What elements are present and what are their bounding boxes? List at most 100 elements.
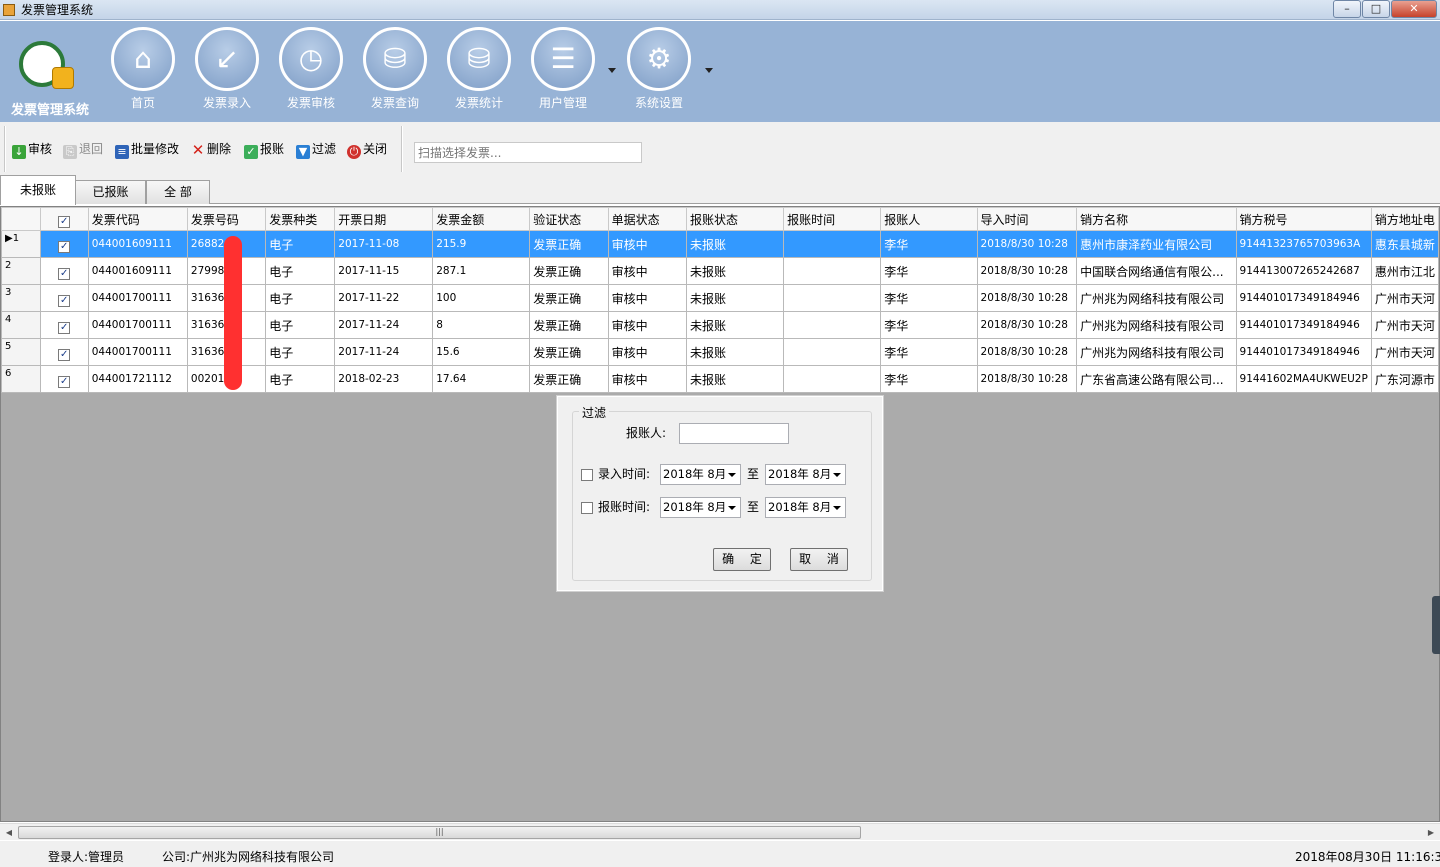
row-checkbox[interactable]: ✓ <box>58 375 71 388</box>
batch-edit-button[interactable]: ≡ 批量修改 <box>115 140 180 159</box>
row-checkbox-cell[interactable]: ✓ <box>39 338 89 366</box>
cell-code: 044001609111 <box>87 230 188 258</box>
table-row[interactable]: 3 ✓ 044001700111 31636 电子 2017-11-22 100 发票正确 审核… <box>1 284 1439 312</box>
column-header[interactable]: 报账时间 <box>783 207 882 231</box>
scan-select-input[interactable] <box>414 142 642 163</box>
reimb-time-from-select[interactable]: 2018年 8月 <box>660 497 741 518</box>
row-header-corner <box>1 207 41 231</box>
row-header[interactable]: 2 <box>1 257 41 285</box>
column-header[interactable]: 销方地址电 <box>1370 207 1439 231</box>
column-header[interactable]: 发票金额 <box>432 207 531 231</box>
nav-invoice-query-label: 发票查询 <box>370 96 419 110</box>
reimb-time-checkbox[interactable] <box>581 502 593 514</box>
close-window-button[interactable]: ✕ <box>1391 0 1437 18</box>
cell-verify: 发票正确 <box>529 311 609 339</box>
cell-doc: 审核中 <box>607 230 688 258</box>
cell-code: 044001700111 <box>87 338 188 366</box>
nav-user-management[interactable]: ☰ 用户管理 <box>523 27 603 117</box>
row-header[interactable]: 3 <box>1 284 41 312</box>
column-header[interactable]: 销方税号 <box>1235 207 1372 231</box>
delete-button[interactable]: ✕ 删除 <box>191 140 231 158</box>
cell-tax-id: 91441602MA4UKWEU2P <box>1235 365 1372 393</box>
nav-invoice-stats[interactable]: ⛁ 发票统计 <box>439 27 519 117</box>
column-header[interactable]: 导入时间 <box>976 207 1078 231</box>
entry-time-checkbox[interactable] <box>581 469 593 481</box>
user-management-dropdown-icon[interactable] <box>608 68 616 73</box>
cell-addr: 惠州市江北 <box>1370 257 1439 285</box>
column-header[interactable]: 发票代码 <box>87 207 188 231</box>
cancel-button[interactable]: 取 消 <box>790 548 848 571</box>
system-settings-dropdown-icon[interactable] <box>705 68 713 73</box>
select-all-checkbox-cell[interactable]: ✓ <box>39 207 89 231</box>
person-input[interactable] <box>679 423 789 444</box>
scroll-right-icon[interactable]: ▶ <box>1424 826 1438 839</box>
row-checkbox[interactable]: ✓ <box>58 348 71 361</box>
cell-reimb: 未报账 <box>686 311 785 339</box>
table-row[interactable]: ▶1 ✓ 044001609111 26882 电子 2017-11-08 215.9 发票正… <box>1 230 1439 258</box>
column-header[interactable]: 验证状态 <box>529 207 609 231</box>
column-header[interactable]: 单据状态 <box>607 207 688 231</box>
nav-system-settings-label: 系统设置 <box>634 96 683 110</box>
row-header[interactable]: 4 <box>1 311 41 339</box>
audit-button[interactable]: ↓ 审核 <box>12 140 53 159</box>
toolbar-grip <box>4 126 6 172</box>
person-label: 报账人: <box>626 426 667 440</box>
cell-addr: 广州市天河 <box>1370 311 1439 339</box>
ok-button[interactable]: 确 定 <box>713 548 771 571</box>
table-row[interactable]: 5 ✓ 044001700111 31636 电子 2017-11-24 15.6 发票正确审… <box>1 338 1439 366</box>
scroll-left-icon[interactable]: ◀ <box>2 826 16 839</box>
table-row[interactable]: 4 ✓ 044001700111 31636 电子 2017-11-24 8 发票正确 审核中未… <box>1 311 1439 339</box>
tab-reimbursed[interactable]: 已报账 <box>75 180 146 204</box>
close-button[interactable]: ⏻ 关闭 <box>347 140 387 159</box>
table-row[interactable]: 6 ✓ 044001721112 00201 电子 2018-02-23 17.64 发票正确… <box>1 365 1439 393</box>
row-checkbox[interactable]: ✓ <box>58 267 71 280</box>
column-header[interactable]: 报账状态 <box>686 207 785 231</box>
horizontal-scrollbar[interactable]: ◀ ||| ▶ <box>0 823 1440 840</box>
column-header[interactable]: 开票日期 <box>334 207 434 231</box>
reimburse-button[interactable]: ✓ 报账 <box>244 140 284 159</box>
cell-addr: 惠东县城新 <box>1370 230 1439 258</box>
row-checkbox[interactable]: ✓ <box>58 240 71 253</box>
filter-button[interactable]: ▼ 过滤 <box>296 140 336 159</box>
row-checkbox-cell[interactable]: ✓ <box>39 365 89 393</box>
row-checkbox-cell[interactable]: ✓ <box>39 230 89 258</box>
table-row[interactable]: 2 ✓ 044001609111 27998 电子 2017-11-15 287.1 发票正确… <box>1 257 1439 285</box>
cell-code: 044001700111 <box>87 311 188 339</box>
maximize-button[interactable]: □ <box>1362 0 1390 18</box>
cell-tax-id: 914401017349184946 <box>1235 311 1372 339</box>
tab-all[interactable]: 全 部 <box>146 180 210 204</box>
row-checkbox-cell[interactable]: ✓ <box>39 257 89 285</box>
row-header[interactable]: 5 <box>1 338 41 366</box>
entry-time-to-select[interactable]: 2018年 8月 <box>765 464 846 485</box>
minimize-button[interactable]: – <box>1333 0 1361 18</box>
row-checkbox-cell[interactable]: ✓ <box>39 284 89 312</box>
toolbar: ↓ 审核 ⎘ 退回 ≡ 批量修改 ✕ 删除 ✓ 报账 ▼ 过滤 ⏻ 关闭 <box>0 122 1440 174</box>
audit-label: 审核 <box>28 142 53 156</box>
column-header[interactable]: 发票号码 <box>186 207 267 231</box>
entry-time-from-select[interactable]: 2018年 8月 <box>660 464 741 485</box>
nav-home[interactable]: ⌂ 首页 <box>103 27 183 117</box>
tab-unreimbursed[interactable]: 未报账 <box>0 175 76 205</box>
column-header[interactable]: 发票种类 <box>265 207 336 231</box>
row-checkbox[interactable]: ✓ <box>58 321 71 334</box>
reimb-time-to-select[interactable]: 2018年 8月 <box>765 497 846 518</box>
cell-date: 2017-11-24 <box>334 338 434 366</box>
batch-edit-label: 批量修改 <box>131 142 180 156</box>
row-checkbox-cell[interactable]: ✓ <box>39 311 89 339</box>
nav-invoice-audit[interactable]: ◷ 发票审核 <box>271 27 351 117</box>
cell-reimb: 未报账 <box>686 257 785 285</box>
select-all-checkbox[interactable]: ✓ <box>58 215 71 228</box>
nav-system-settings[interactable]: ⚙ 系统设置 <box>619 27 699 117</box>
column-header[interactable]: 报账人 <box>880 207 978 231</box>
row-header[interactable]: 6 <box>1 365 41 393</box>
row-header[interactable]: ▶1 <box>1 230 41 258</box>
column-header[interactable]: 销方名称 <box>1076 207 1237 231</box>
return-button[interactable]: ⎘ 退回 <box>63 140 103 159</box>
side-handle[interactable] <box>1432 596 1440 654</box>
scrollbar-thumb[interactable]: ||| <box>18 826 861 839</box>
cell-tax-id: 914401017349184946 <box>1235 338 1372 366</box>
row-checkbox[interactable]: ✓ <box>58 294 71 307</box>
nav-invoice-entry[interactable]: ↙ 发票录入 <box>187 27 267 117</box>
nav-invoice-query[interactable]: ⛁ 发票查询 <box>355 27 435 117</box>
cell-person: 李华 <box>880 338 978 366</box>
